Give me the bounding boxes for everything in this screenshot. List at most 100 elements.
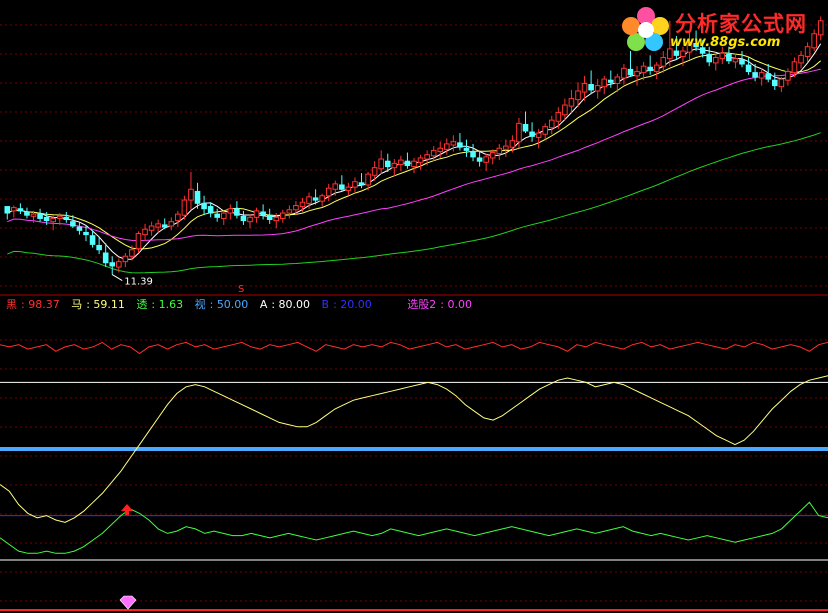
candle-body [765,73,772,80]
candle-body [306,196,312,204]
candle-body [745,64,752,73]
candle-body [325,187,332,197]
candle-body [17,208,24,212]
candle-body [260,211,266,216]
candle-body [135,233,142,250]
candle-body [594,85,601,92]
buy-arrow-icon [121,504,133,515]
candle-body [712,57,719,64]
candle-body [535,132,542,138]
candle-body [181,199,188,216]
candle-body [76,226,83,231]
logo-url: www.88gs.com [670,35,781,50]
candle-body [772,79,778,87]
candle-body [430,149,437,157]
candle-body [227,208,234,214]
candle-body [253,210,260,218]
candle-body [37,213,43,219]
candle-body [129,249,135,257]
candle-body [791,61,798,74]
candle-body [83,231,89,236]
candle-body [155,223,161,228]
candle-body [437,147,444,152]
legend-item-ma: 马: 59.11 [71,298,125,311]
candle-body [798,54,804,64]
legend-item-shi: 视: 50.00 [194,298,249,311]
candle-body [63,216,70,221]
candle-body [11,207,17,212]
candle-body [581,82,588,93]
candle-body [345,186,352,191]
indicator-legend: 黑: 98.37 马: 59.11 透: 1.63 视: 50.00 A: 80… [6,296,480,312]
candle-body [339,184,345,190]
candle-body [201,202,207,210]
candle-body [601,78,608,88]
candle-body [266,214,273,221]
candle-body [653,64,660,73]
candle-body [476,157,483,162]
candle-body [247,216,253,223]
candle-body [280,212,286,219]
candle-body [548,119,555,129]
candle-body [634,71,640,77]
candle-body [122,255,129,263]
candle-body [102,252,109,264]
candle-body [509,140,516,148]
candle-body [319,195,325,202]
candle-body [175,213,181,222]
candle-body [627,68,634,76]
candle-body [332,183,339,190]
candle-body [647,66,653,71]
candle-body [234,208,240,216]
candle-body [352,181,358,188]
candle-body [444,143,450,150]
candle-body [522,123,529,132]
candle-body [752,72,758,78]
logo-brand: 分析家公式网 [675,12,807,36]
candle-body [188,188,194,201]
candle-body [778,78,785,88]
candle-body [240,215,247,222]
candle-body [220,212,227,219]
candle-body [739,59,745,65]
ma-line-10 [7,52,822,250]
candle-body [56,215,63,219]
candle-body [417,157,424,163]
candle-body [568,98,575,107]
candle-body [424,154,430,160]
candle-body [299,201,306,208]
candle-body [463,147,470,151]
candle-body [404,160,411,167]
candle-body [398,159,404,165]
candle-body [96,244,102,251]
candle-body [273,216,280,222]
candle-body [161,224,168,228]
legend-item-tou: 透: 1.63 [136,298,184,311]
candle-body [489,152,496,159]
candle-body [608,79,614,83]
candle-body [148,225,155,231]
candle-body [614,76,621,84]
ma-line-30 [7,68,821,242]
candle-body [640,65,647,74]
low-price-label: 11.39 [124,277,153,288]
candle-body [286,209,293,214]
candle-body [391,162,398,169]
candle-body [371,167,378,176]
candle-body [4,206,11,214]
gem-icon [119,595,137,610]
ma-line-5 [7,43,822,260]
candle-body [706,53,712,63]
candle-body [516,122,522,143]
candle-body [24,211,30,216]
candle-body [575,90,581,101]
candle-body [116,261,122,268]
candle-body [758,72,765,79]
candle-body [384,160,391,168]
candle-body [50,217,56,223]
candle-body [214,213,220,218]
candle-body [207,206,214,214]
candle-body [30,213,37,217]
candle-body [732,58,739,63]
candle-body [483,156,489,163]
